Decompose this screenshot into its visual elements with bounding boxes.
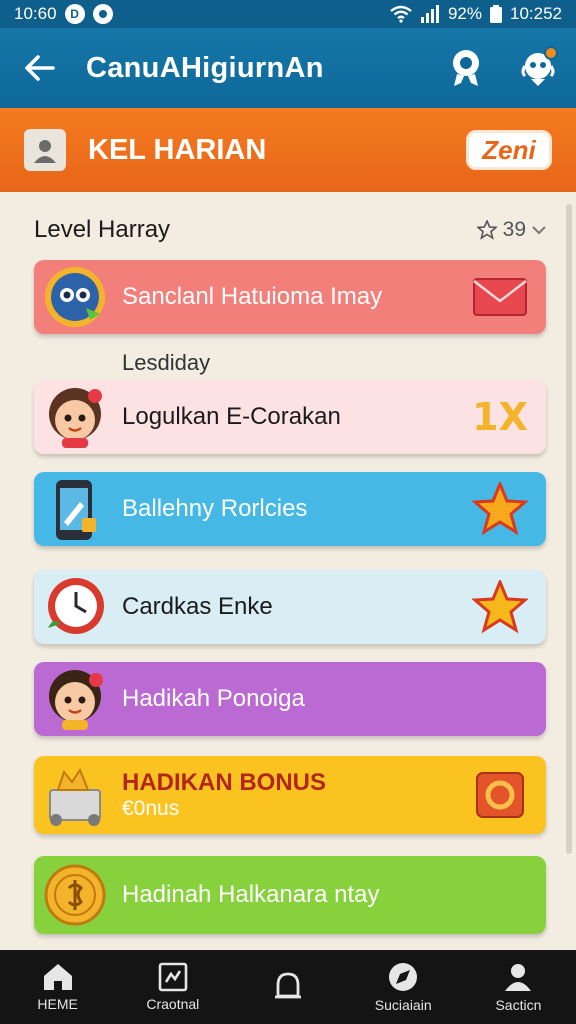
nav-social[interactable]: Suciaiain [346, 950, 461, 1024]
star-icon [470, 481, 530, 537]
girl-avatar-icon [40, 382, 110, 452]
status-time: 10:60 [14, 4, 57, 23]
task-label-4: Cardkas Enke [122, 593, 273, 620]
task-label-1: Sanclanl Hatuioma Imay [122, 283, 383, 310]
nav-control[interactable]: Craotnal [115, 950, 230, 1024]
home-icon [43, 964, 72, 990]
bell-icon [275, 972, 301, 999]
game-controller-icon [40, 262, 110, 332]
task-label-2: Logulkan E-Corakan [122, 403, 341, 430]
nav-profile[interactable]: Sacticn [461, 950, 576, 1024]
task-label-5: Hadikah Ponoiga [122, 685, 305, 712]
section-header: Level Harray 39 [34, 216, 546, 244]
task-sublabel-6: €0nus [122, 797, 180, 820]
task-list: Level Harray 39 Sanclanl Hatuioma Imay L… [0, 192, 576, 950]
wifi-icon [390, 5, 412, 23]
clock-icon [40, 572, 110, 642]
banner-title: KEL HARIAN [88, 133, 267, 166]
rewards-button[interactable] [444, 46, 488, 90]
nav-social-label: Suciaiain [374, 997, 432, 1013]
notification-badge [544, 46, 558, 60]
nav-notifications[interactable] [230, 950, 345, 1024]
section-count: 39 [502, 218, 526, 241]
app-bar: CanuAHigiurnAn [0, 28, 576, 108]
star-outline-icon [476, 220, 497, 240]
compass-icon [389, 963, 418, 991]
coin-icon [40, 860, 110, 930]
treasure-box-icon [40, 760, 110, 830]
task-card-2[interactable]: Logulkan E-Corakan 1X [34, 380, 546, 454]
daily-banner: KEL HARIAN Zeni [0, 108, 576, 192]
signal-icon [420, 5, 439, 23]
task-label-3: Ballehny Rorlcies [122, 495, 308, 522]
phone-icon [40, 474, 110, 544]
chart-icon [158, 962, 188, 992]
task-card-1[interactable]: Sanclanl Hatuioma Imay [34, 260, 546, 334]
coin-block-icon [470, 767, 530, 823]
chevron-down-icon [532, 226, 546, 235]
status-time-right: 10:252 [510, 4, 562, 23]
mail-icon [470, 269, 530, 325]
star-icon [470, 579, 530, 635]
banner-badge[interactable]: Zeni [466, 130, 552, 170]
multiplier-text: 1X [472, 395, 528, 439]
subsection-label: Lesdiday [122, 350, 211, 375]
medal-icon [453, 50, 479, 86]
task-card-3[interactable]: Ballehny Rorlcies [34, 472, 546, 546]
task-card-7[interactable]: Hadinah Halkanara ntay [34, 856, 546, 934]
battery-percent: 92% [447, 4, 482, 23]
nav-home-label: HEME [37, 996, 78, 1012]
task-card-5[interactable]: Hadikah Ponoiga [34, 662, 546, 736]
nav-control-label: Craotnal [146, 996, 200, 1012]
nav-home[interactable]: HEME [0, 950, 115, 1024]
battery-icon [490, 5, 502, 23]
back-button[interactable] [20, 48, 60, 88]
nav-profile-label: Sacticn [495, 997, 542, 1013]
app-title: CanuAHigiurnAn [86, 51, 324, 84]
camera-icon [92, 4, 113, 24]
section-title: Level Harray [34, 216, 171, 243]
status-bar: 10:60 D 92% 10:252 [0, 0, 576, 28]
section-filter[interactable]: 39 [476, 218, 546, 242]
back-arrow-icon [25, 55, 55, 81]
notification-icon: D [64, 4, 85, 24]
task-card-4[interactable]: Cardkas Enke [34, 570, 546, 644]
profile-card-icon [24, 129, 66, 171]
bottom-nav: HEME Craotnal Suciaiain Sacticn [0, 950, 576, 1024]
task-label-7: Hadinah Halkanara ntay [122, 881, 380, 908]
girl-avatar-icon [40, 664, 110, 734]
notifications-button[interactable] [516, 46, 560, 90]
task-label-6: HADIKAN BONUS [122, 769, 326, 796]
task-card-6-bonus[interactable]: HADIKAN BONUS €0nus [34, 756, 546, 834]
multiplier-badge: 1X [470, 389, 530, 445]
scrollbar[interactable] [566, 204, 572, 854]
profile-icon [505, 964, 532, 991]
